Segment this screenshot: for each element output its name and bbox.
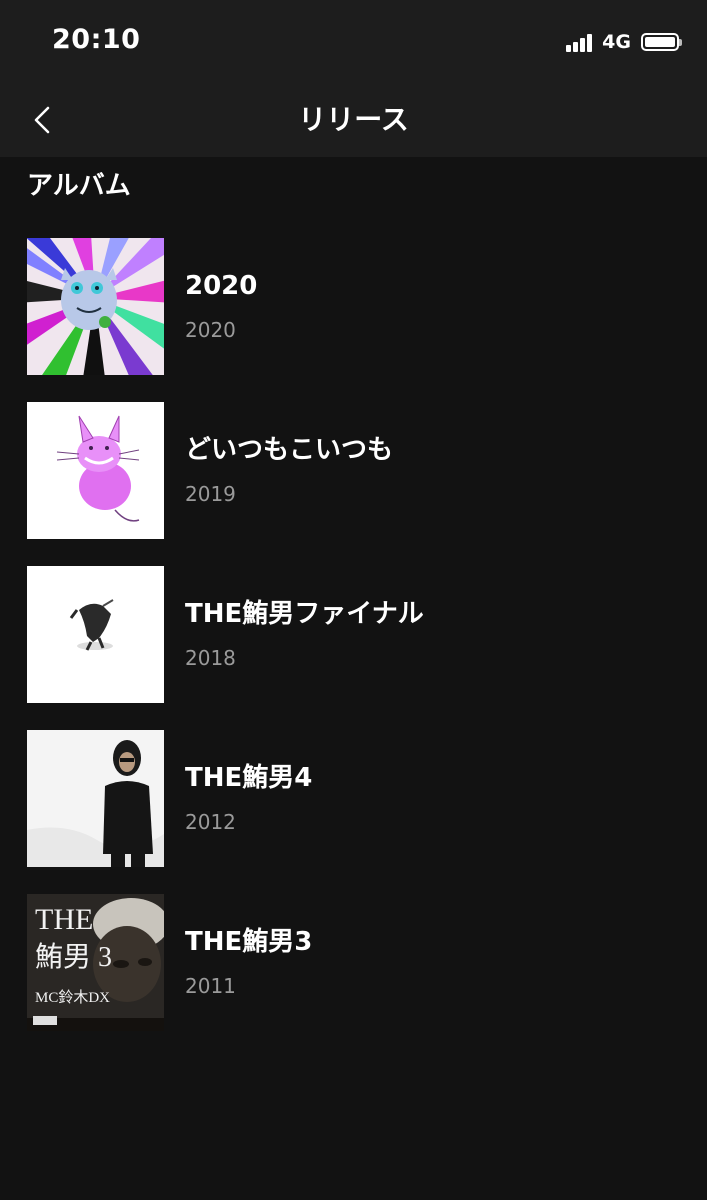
- album-title: 2020: [185, 271, 258, 301]
- network-type: 4G: [602, 31, 631, 53]
- album-list: 2020 2020 どいつもこいつも 2019 THE鮪男ファイナル 2018 …: [0, 238, 707, 1058]
- album-year: 2019: [185, 482, 236, 506]
- album-row-3[interactable]: THE 鮪男 3 MC鈴木DX THE鮪男3 2011: [0, 894, 707, 1031]
- album-row-doitsumo[interactable]: どいつもこいつも 2019: [0, 402, 707, 539]
- album-cover-final: [27, 566, 164, 703]
- album-year: 2012: [185, 810, 236, 834]
- album-row-4[interactable]: THE鮪男4 2012: [0, 730, 707, 867]
- status-indicators: 4G: [566, 29, 682, 55]
- album-cover-doitsumo: [27, 402, 164, 539]
- album-title: THE鮪男3: [185, 927, 313, 957]
- cover-text-title: 鮪男 3: [35, 941, 112, 973]
- album-year: 2018: [185, 646, 236, 670]
- battery-icon: [641, 33, 682, 51]
- battery-fill: [645, 37, 675, 47]
- album-title: THE鮪男ファイナル: [185, 599, 424, 629]
- album-cover-4: [27, 730, 164, 867]
- album-title: どいつもこいつも: [185, 435, 394, 465]
- status-time: 20:10: [52, 24, 141, 55]
- album-title: THE鮪男4: [185, 763, 313, 793]
- cover-text-artist: MC鈴木DX: [35, 989, 110, 1006]
- album-year: 2011: [185, 974, 236, 998]
- section-title-albums: アルバム: [27, 171, 131, 201]
- cover-text-the: THE: [35, 903, 93, 936]
- page-title: リリース: [298, 103, 409, 136]
- album-row-2020[interactable]: 2020 2020: [0, 238, 707, 375]
- top-bar: 20:10 4G リリース: [0, 0, 707, 157]
- album-cover-3: THE 鮪男 3 MC鈴木DX: [27, 894, 164, 1031]
- album-cover-2020: [27, 238, 164, 375]
- album-year: 2020: [185, 318, 236, 342]
- album-row-final[interactable]: THE鮪男ファイナル 2018: [0, 566, 707, 703]
- signal-icon: [566, 32, 594, 52]
- releases-screen: 20:10 4G リリース アルバム 2020 2020 どいつもこいつも 20…: [0, 0, 707, 1200]
